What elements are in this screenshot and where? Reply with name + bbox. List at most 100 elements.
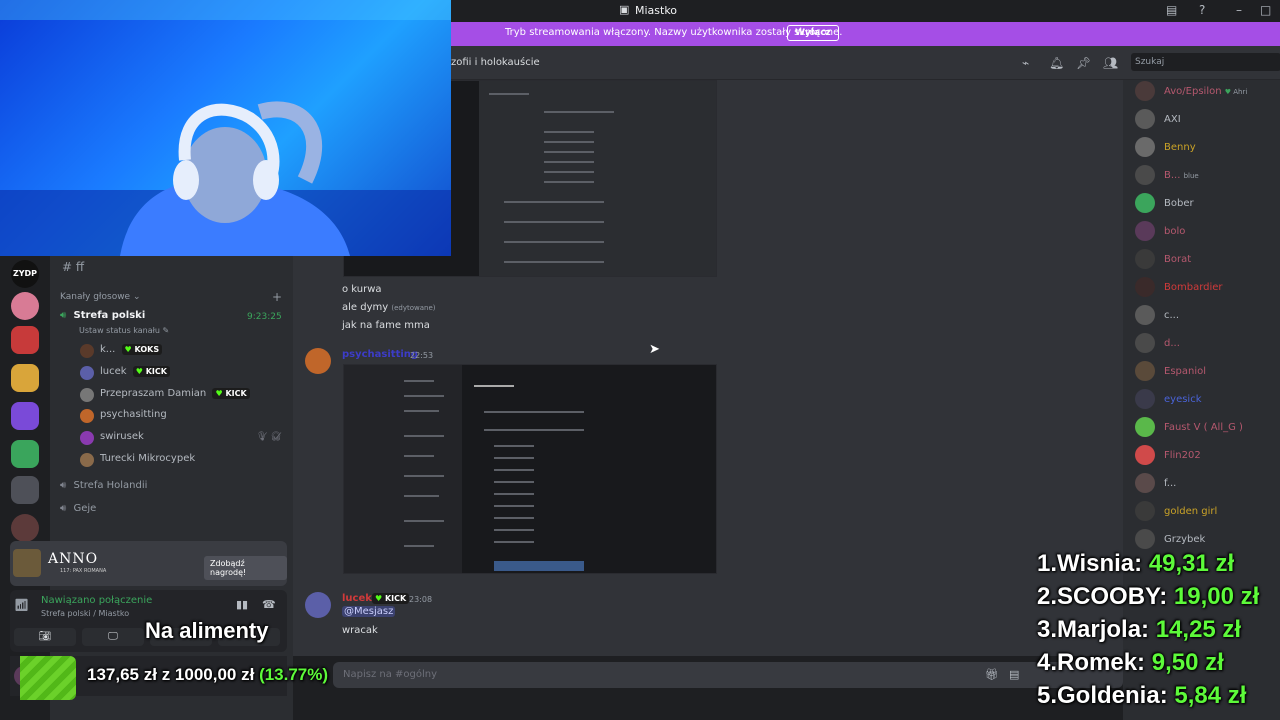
server-icon[interactable] [11,292,39,320]
avatar [1135,249,1155,269]
voice-user[interactable]: Turecki Mikrocypek [80,453,196,467]
server-icon[interactable] [11,514,39,542]
avatar [1135,445,1155,465]
disable-streamer-mode-button[interactable]: Wyłącz [787,25,839,41]
gif-icon[interactable]: ▤ [1009,668,1019,681]
connection-status: Nawiązano połączenie [41,595,153,606]
minimize-button[interactable]: – [1236,3,1242,17]
screen-share-button[interactable]: 🖵 [82,628,144,646]
avatar[interactable] [305,592,331,618]
avatar [1135,333,1155,353]
user-name: Turecki Mikrocypek [100,453,196,464]
maximize-button[interactable]: □ [1260,3,1271,17]
voice-category-header[interactable]: Kanały głosowe ⌄ [60,292,141,302]
member-name: eyesick [1164,394,1202,405]
message-composer[interactable]: Napisz na #ogólny 🎁︎ ▤ [333,662,1123,688]
member-name: golden girl [1164,506,1218,517]
server-folder-icon[interactable] [11,326,39,354]
avatar [80,453,94,467]
avatar [1135,193,1155,213]
voice-channel-strefa-holandii[interactable]: 🔊︎ Strefa Holandii [60,480,147,491]
leaderboard-entry: 1.Wisnia: 49,31 zł [1037,550,1235,577]
avatar [1135,277,1155,297]
image-attachment[interactable] [343,364,717,574]
help-icon[interactable]: ? [1199,3,1205,17]
muted-icon: 🎙︎̸ 🎧︎̸ [256,432,282,442]
member-name: Espaniol [1164,366,1207,377]
donation-progress-bar [20,656,76,700]
message-text: ale dymy (edytowane) [342,302,436,313]
user-badge: ♥ KICK [132,366,170,377]
leaderboard-entry: 2.SCOOBY: 19,00 zł [1037,583,1260,610]
message-text: o kurwa [342,284,382,295]
mouse-cursor-icon: ➤ [649,342,660,357]
avatar [1135,473,1155,493]
voice-user[interactable]: swirusek [80,431,144,445]
voice-user[interactable]: k... ♥ KOKS [80,344,163,358]
user-name: psychasitting [100,409,167,420]
member-name: Flin202 [1164,450,1201,461]
channel-label: ff [75,260,85,274]
avatar [1135,501,1155,521]
server-icon[interactable]: ZYDP [11,260,39,288]
threads-icon[interactable]: ⌁ [1022,56,1029,70]
pin-icon[interactable]: 📌︎ [1076,56,1091,70]
message-author[interactable]: lucek [342,593,372,604]
member-name: B... blue [1164,170,1199,181]
member-name: AXI [1164,114,1181,125]
discord-icon: ▣ [619,3,630,16]
voice-user[interactable]: lucek ♥ KICK [80,366,170,380]
channel-label: Geje [73,503,97,514]
category-label: Kanały głosowe [60,292,131,302]
inbox-icon[interactable]: ▤ [1166,3,1177,17]
voice-user[interactable]: psychasitting [80,409,167,423]
camera-off-button[interactable]: 📷︎ [14,628,76,646]
voice-channel-strefa-polski[interactable]: 🔊︎ Strefa polski [60,310,145,321]
server-folder-icon[interactable] [11,402,39,430]
server-folder-icon[interactable] [11,364,39,392]
member-name: bolo [1164,226,1186,237]
avatar [80,344,94,358]
server-folder-icon[interactable] [11,476,39,504]
user-name: Przepraszam Damian [100,388,207,399]
user-name: swirusek [100,431,144,442]
donation-progress-text: 137,65 zł z 1000,00 zł (13.77%) [87,665,329,684]
avatar [1135,109,1155,129]
voice-user[interactable]: Przepraszam Damian ♥ KICK [80,388,250,402]
notification-bell-icon[interactable]: 🔔︎ [1049,56,1064,70]
channel-ff[interactable]: # ff [62,260,84,274]
chevron-down-icon: ⌄ [132,292,141,302]
member-name: Bober [1164,198,1194,209]
screen-share-icon: 🖵 [108,631,118,642]
voice-channel-geje[interactable]: 🔊︎ Geje [60,503,96,514]
message-timestamp: 23:08 [409,595,433,604]
avatar [1135,221,1155,241]
avatar [1135,529,1155,549]
leaderboard-entry: 5.Goldenia: 5,84 zł [1037,682,1247,709]
member-name: Faust V ( All_G ) [1164,422,1243,433]
server-folder-icon[interactable] [11,440,39,468]
message-author[interactable]: psychasitting [342,349,418,360]
disconnect-icon[interactable]: ☎ [262,598,276,611]
user-badge: ♥ KOKS [121,344,163,355]
channel-status-setter[interactable]: Ustaw status kanału ✎ [79,326,169,335]
claim-reward-button[interactable]: Zdobądź nagrodę! [204,556,287,580]
voice-timer: 9:23:25 [247,312,282,322]
user-mention[interactable]: @Mesjasz [342,606,396,617]
message-text: jak na fame mma [342,320,430,331]
webcam-feed [0,0,451,256]
add-channel-icon[interactable]: + [272,290,282,304]
pencil-icon: ✎ [162,326,170,335]
gift-icon[interactable]: 🎁︎ [985,668,999,681]
member-list-icon[interactable]: 👥︎ [1103,56,1118,70]
noise-suppression-icon[interactable]: ▮▮ [236,598,248,611]
promo-brand: ANNO [48,551,99,567]
speaker-icon: 🔊︎ [60,503,67,514]
user-badge: ♥ KICK [372,593,410,604]
connection-location: Strefa polski / Miastko [41,609,130,618]
avatar [80,366,94,380]
search-input[interactable]: Szukaj [1131,53,1280,71]
avatar[interactable] [305,348,331,374]
user-name: lucek [100,366,127,377]
composer-placeholder: Napisz na #ogólny [343,669,438,680]
